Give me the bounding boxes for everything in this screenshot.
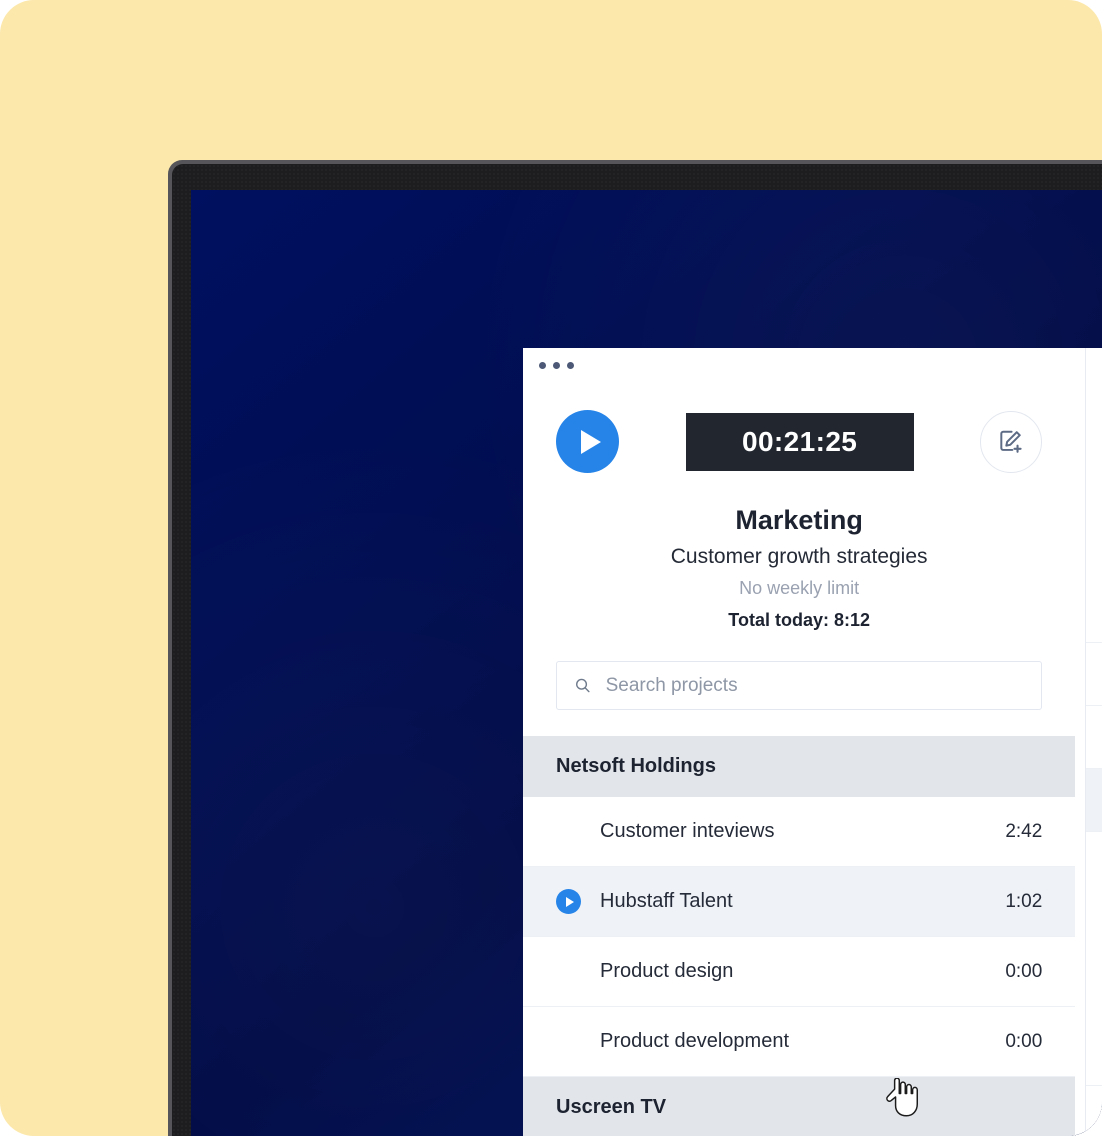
project-name: Hubstaff Talent — [600, 890, 733, 912]
project-row-hubstaff-talent[interactable]: Hubstaff Talent 1:02 — [523, 867, 1076, 937]
panel-divider — [1075, 348, 1086, 1136]
elapsed-time-display: 00:21:25 — [685, 412, 914, 471]
project-name: Customer inteviews — [600, 820, 775, 842]
hubstaff-app-window: 00:21:25 Marketing Customer growth strat… — [523, 348, 1102, 1136]
dot-3 — [567, 362, 574, 369]
more-options-dots-icon[interactable] — [539, 362, 574, 369]
project-row-customer-inteviews[interactable]: Customer inteviews 2:42 — [523, 797, 1076, 867]
dot-1 — [539, 362, 546, 369]
edit-note-button[interactable] — [980, 410, 1043, 473]
yellow-backdrop: 00:21:25 Marketing Customer growth strat… — [0, 0, 1102, 1136]
active-project-title: Marketing — [735, 505, 863, 535]
task-detail-footer: Redesign the h — [1086, 1085, 1102, 1136]
project-name: Product development — [600, 1030, 790, 1052]
project-time: 0:00 — [1005, 1030, 1043, 1052]
note-edit-plus-icon — [1000, 430, 1022, 453]
project-row-product-design[interactable]: Product design 0:00 — [523, 937, 1076, 1007]
running-play-icon[interactable] — [556, 889, 581, 914]
timer-panel: 00:21:25 Marketing Customer growth strat… — [523, 348, 1076, 1136]
active-project-subtitle: Customer growth strategies — [670, 545, 928, 568]
task-row-1[interactable]: Redesign the — [1086, 642, 1102, 705]
dot-2 — [553, 362, 560, 369]
project-time: 0:00 — [1005, 960, 1043, 982]
project-group-header-netsoft: Netsoft Holdings — [523, 736, 1076, 797]
tasks-header: Tasks Website design — [1086, 348, 1102, 457]
tasks-controls: All Tasks Create a task — [1086, 457, 1102, 577]
play-icon — [566, 896, 574, 907]
project-time: 1:02 — [1005, 890, 1043, 912]
timer-meta: Marketing Customer growth strategies No … — [523, 505, 1075, 631]
search-wrapper — [523, 631, 1075, 736]
laptop-screen: 00:21:25 Marketing Customer growth strat… — [191, 190, 1102, 1136]
project-row-icon-slot — [556, 889, 585, 914]
project-name: Product design — [600, 960, 734, 982]
weekly-limit-label: No weekly limit — [739, 578, 860, 598]
timer-header: 00:21:25 — [523, 348, 1075, 473]
laptop-mockup: 00:21:25 Marketing Customer growth strat… — [168, 160, 1102, 1136]
play-icon — [580, 429, 601, 454]
project-group-header-uscreen: Uscreen TV — [523, 1077, 1076, 1136]
project-time: 2:42 — [1005, 820, 1043, 842]
task-row-3[interactable]: Redesign the — [1086, 768, 1102, 831]
search-box[interactable] — [556, 661, 1043, 710]
start-timer-button[interactable] — [556, 410, 619, 473]
tasks-panel: Tasks Website design All Tasks Create a … — [1085, 348, 1102, 1136]
total-today-label: Total today: 8:12 — [728, 610, 870, 630]
screenshot-stage: 00:21:25 Marketing Customer growth strat… — [0, 0, 1102, 1136]
tasks-column-header: TASK — [1086, 577, 1102, 642]
task-row-4[interactable]: Redesign the — [1086, 831, 1102, 894]
project-row-product-development[interactable]: Product development 0:00 — [523, 1007, 1076, 1077]
task-row-2[interactable]: Redesign the — [1086, 705, 1102, 768]
search-icon — [576, 678, 590, 693]
search-projects-input[interactable] — [603, 673, 1025, 698]
